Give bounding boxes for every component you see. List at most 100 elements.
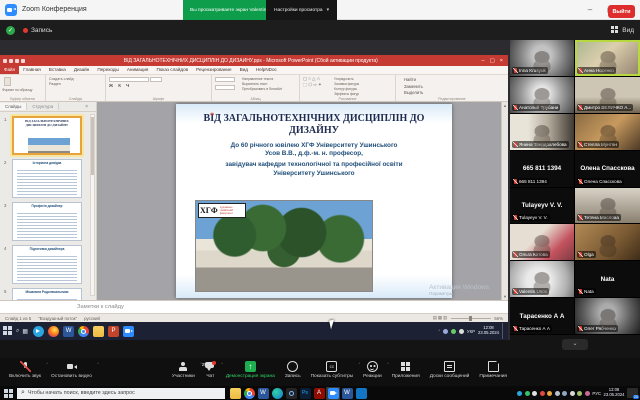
toolbar-button[interactable]: Примечания <box>474 361 512 379</box>
participant-tile[interactable]: 665 811 1394 665 811 1394 <box>510 151 574 187</box>
status-indicator-icon[interactable] <box>517 391 522 396</box>
ribbon-tab[interactable]: Дизайн <box>70 66 93 74</box>
volume-icon[interactable] <box>577 391 582 396</box>
participant-tile[interactable]: Стелла Мунтян Стелла Мунтян <box>575 114 640 150</box>
toolbar-button[interactable]: Приложения <box>387 361 425 379</box>
paragraph-group-item[interactable]: Преобразовать в SmartArt <box>242 87 299 92</box>
participant-tile[interactable]: Тарасенко А А Тарасенко А А <box>510 298 574 334</box>
tray-language[interactable]: РУС <box>592 391 601 396</box>
toolbar-button[interactable]: Показать субтитры <box>306 361 359 379</box>
toolbar-button[interactable]: Реакции <box>358 361 387 379</box>
editing-group-item[interactable]: Выделить <box>404 90 508 97</box>
participant-tile[interactable]: Тетяна Маслова Тетяна Маслова <box>575 188 640 224</box>
slide-thumbnail[interactable]: 3 Професія дизайнер <box>12 202 86 241</box>
status-indicator-icon[interactable] <box>451 329 456 334</box>
participant-tile[interactable]: Tulayeyv V. V. Tulayeyv V. V. <box>510 188 574 224</box>
format-painter-label[interactable]: Формат по образцу <box>2 88 45 92</box>
status-indicator-icon[interactable] <box>547 391 552 396</box>
tray-language[interactable]: УКР <box>467 329 475 334</box>
paste-icon[interactable] <box>4 77 11 86</box>
ribbon-tab[interactable]: Вставка <box>45 66 70 74</box>
shapes-gallery[interactable]: ▢○△☆⬚⬡⇨✦ <box>303 76 333 88</box>
participant-tile[interactable]: Valentin Usov Valentin Usov <box>510 261 574 297</box>
chevron-up-icon[interactable] <box>97 362 99 367</box>
start-button-icon[interactable] <box>3 326 13 336</box>
tray-expand-icon[interactable]: ˆ <box>438 329 439 334</box>
toolbar-button[interactable]: 29 Участники <box>167 361 200 379</box>
microphone-icon[interactable] <box>562 391 567 396</box>
participant-tile[interactable]: Янина Твердохлебова Янина Твердохлебова <box>510 114 574 150</box>
slide-thumbnail[interactable]: 2 Історична довідка <box>12 159 86 198</box>
notes-pane[interactable]: Заметки к слайду <box>0 300 508 313</box>
slide-scrollbar[interactable] <box>501 102 508 300</box>
tab-slides[interactable]: Слайды <box>0 103 27 110</box>
scroll-up-icon[interactable] <box>503 103 507 108</box>
ribbon-tab[interactable]: Переходы <box>93 66 123 74</box>
view-button[interactable]: Вид <box>611 26 634 34</box>
close-button[interactable] <box>500 58 503 64</box>
toolbar-button[interactable]: Включить звук <box>4 361 46 379</box>
task-view-icon[interactable]: ▦ <box>22 328 28 335</box>
minimize-button[interactable] <box>580 0 600 20</box>
ribbon-tab[interactable]: Рецензирование <box>192 66 235 74</box>
show-desktop-button[interactable] <box>502 323 505 339</box>
status-indicator-icon[interactable] <box>532 391 537 396</box>
quick-access-toolbar[interactable] <box>3 59 25 63</box>
align-buttons[interactable] <box>215 77 235 82</box>
ribbon-tab[interactable]: Главная <box>19 66 44 74</box>
ribbon-tab[interactable]: Вид <box>236 66 252 74</box>
zoom-slider[interactable] <box>451 318 491 319</box>
ribbon-tab[interactable]: HelpNDoc <box>252 66 281 74</box>
collapse-participants-button[interactable] <box>562 339 588 350</box>
participant-tile[interactable]: Ольга Котова Ольга Котова <box>510 224 574 260</box>
minimize-button[interactable] <box>482 58 485 64</box>
ribbon-tab[interactable]: Файл <box>0 66 19 74</box>
list-buttons[interactable] <box>215 85 235 90</box>
toolbar-button[interactable]: Остановить видео <box>46 361 97 379</box>
slide-thumbnail[interactable]: 4 Підготовка дизайнера <box>12 245 86 284</box>
slides-group-item[interactable]: Раздел <box>49 82 105 87</box>
ribbon-tab[interactable]: Показ слайдов <box>152 66 192 74</box>
taskbar-search-input[interactable]: Чтобы начать поиск, введите здесь запрос <box>17 388 225 399</box>
toolbar-button[interactable]: Чат <box>200 361 221 379</box>
participant-tile[interactable]: Олена Спасскова Олена Спасскова <box>575 151 640 187</box>
volume-icon[interactable] <box>459 329 464 334</box>
participant-tile[interactable]: Анатолий Трубани Анатолий Трубани <box>510 77 574 113</box>
battery-icon[interactable] <box>555 391 560 396</box>
status-indicator-icon[interactable] <box>525 391 530 396</box>
slide-thumbnail[interactable]: 1 ВІД ЗАГАЛЬНОТЕХНІЧНИХ ДИСЦИПЛІН ДО ДИЗ… <box>12 116 86 155</box>
view-switcher-icons[interactable]: ▤▦▥ <box>433 315 448 321</box>
participant-tile[interactable]: Inna Krasyuk Inna Krasyuk <box>510 40 574 76</box>
slide-thumbnail[interactable]: 5 Мішанина Родоначальники <box>12 288 86 300</box>
drawing-group-item[interactable]: Эффекты фигур <box>334 92 395 97</box>
notification-center-icon[interactable]: 20 <box>627 388 638 398</box>
font-size-box[interactable] <box>150 77 162 82</box>
network-icon[interactable] <box>570 391 575 396</box>
participant-tile[interactable]: Дмитро ВЕЛИЧКО А... Дмитро ВЕЛИЧКО А... <box>575 77 640 113</box>
participant-tile[interactable]: Olga Olga <box>575 224 640 260</box>
ribbon-tab[interactable]: Анимация <box>123 66 153 74</box>
taskbar-clock[interactable]: 12:08 23.05.2024 <box>604 388 625 398</box>
participant-tile[interactable]: Анна Носенко Анна Носенко <box>575 40 640 76</box>
language-indicator[interactable]: русский <box>84 316 100 321</box>
toolbar-button[interactable]: Доски сообщений <box>425 361 475 379</box>
security-shield-icon[interactable] <box>6 26 15 35</box>
close-panel-icon[interactable] <box>85 104 88 110</box>
font-style-buttons[interactable]: Ж К Ч <box>109 83 211 88</box>
status-indicator-icon[interactable] <box>443 329 448 334</box>
view-settings-button[interactable]: Настройки просмотра <box>266 0 337 20</box>
participant-tile[interactable]: Олег Рябченко Олег Рябченко <box>575 298 640 334</box>
search-icon[interactable]: ⌕ <box>16 328 19 335</box>
font-name-box[interactable] <box>109 77 149 82</box>
participant-tile[interactable]: Nata Nata <box>575 261 640 297</box>
status-indicator-icon[interactable] <box>540 391 545 396</box>
maximize-button[interactable] <box>490 58 495 64</box>
tab-outline[interactable]: Структура <box>27 103 59 110</box>
start-button-icon[interactable] <box>2 387 14 399</box>
leave-meeting-button[interactable]: Выйти <box>608 5 635 18</box>
scroll-down-icon[interactable] <box>503 294 507 299</box>
toolbar-button[interactable]: Демонстрация экрана <box>221 361 280 379</box>
slide-canvas[interactable]: * ВІД ЗАГАЛЬНОТЕХНІЧНИХ ДИСЦИПЛІН ДО ДИЗ… <box>176 104 452 298</box>
toolbar-button[interactable]: Запись <box>280 361 306 379</box>
taskbar-clock[interactable]: 12:08 23.05.2024 <box>478 326 499 336</box>
